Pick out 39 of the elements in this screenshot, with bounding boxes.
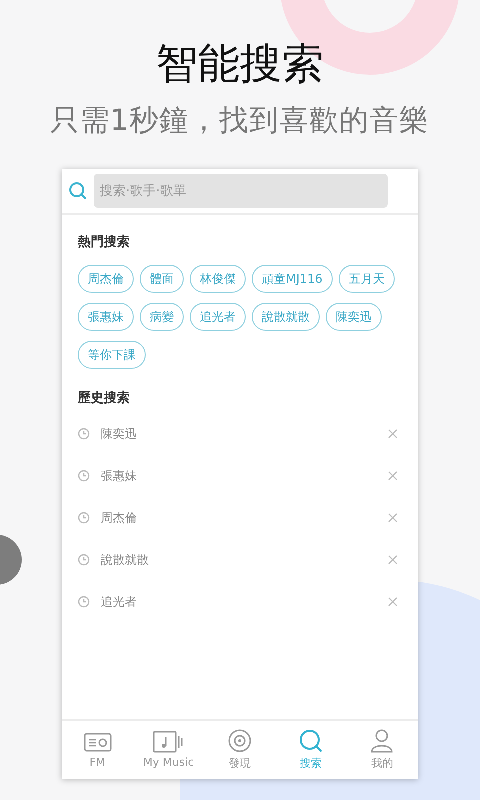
close-icon[interactable] — [388, 555, 398, 565]
disc-icon — [228, 729, 252, 753]
history-item[interactable]: 張惠妹 — [101, 468, 388, 484]
tag-chip[interactable]: 五月天 — [338, 265, 395, 293]
tag-chip[interactable]: 陳奕迅 — [326, 303, 382, 331]
history-item[interactable]: 周杰倫 — [101, 510, 388, 526]
tag-chip[interactable]: 體面 — [140, 265, 184, 293]
tag-chip[interactable]: 張惠妹 — [78, 303, 134, 331]
history-item[interactable]: 說散就散 — [101, 552, 388, 568]
headline: 智能搜索 — [156, 38, 324, 90]
tab[interactable]: 我的 — [346, 721, 418, 779]
tab[interactable]: FM — [62, 721, 134, 779]
music-icon — [152, 731, 185, 753]
tag-chip[interactable]: 說散就散 — [252, 303, 320, 331]
search-icon — [299, 729, 324, 753]
section-title: 歷史搜索 — [78, 390, 131, 407]
clock-icon — [78, 512, 90, 524]
close-icon[interactable] — [388, 429, 398, 439]
tag-chip[interactable]: 病變 — [140, 303, 184, 331]
search-icon — [68, 181, 88, 201]
subtitle: 只需1秒鐘，找到喜歡的音樂 — [50, 102, 430, 139]
radio-icon — [84, 731, 112, 753]
history-item[interactable]: 陳奕迅 — [101, 426, 388, 442]
clock-icon — [78, 428, 90, 440]
tag-chip[interactable]: 等你下課 — [78, 341, 146, 369]
clock-icon — [78, 596, 90, 608]
tag-chip[interactable]: 周杰倫 — [78, 265, 134, 293]
clock-icon — [78, 554, 90, 566]
close-icon[interactable] — [388, 597, 398, 607]
user-icon — [370, 729, 394, 753]
section-title: 熱門搜索 — [78, 234, 131, 251]
search-field[interactable]: 搜索·歌手·歌單 — [94, 174, 388, 208]
close-icon[interactable] — [388, 513, 398, 523]
clock-icon — [78, 470, 90, 482]
tag-chip[interactable]: 追光者 — [190, 303, 246, 331]
tag-chip[interactable]: 頑童MJ116 — [252, 265, 333, 293]
close-icon[interactable] — [388, 471, 398, 481]
history-item[interactable]: 追光者 — [101, 594, 388, 610]
tag-chip[interactable]: 林俊傑 — [190, 265, 246, 293]
